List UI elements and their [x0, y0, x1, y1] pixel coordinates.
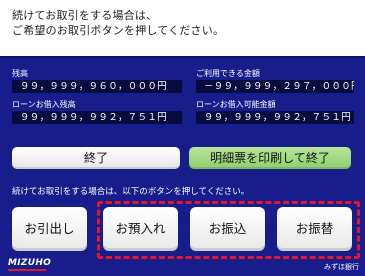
instruction-header: 続けてお取引をする場合は、 ご希望のお取引ボタンを押してください。	[0, 0, 365, 56]
loan-available-label: ローンお借入可能金額	[196, 100, 276, 109]
bank-name: みずほ銀行	[324, 263, 359, 271]
balance-value: ９９，９９９，９６０，０００円	[12, 80, 182, 93]
available-amount-value: －９９，９９９，２９７，０００円	[196, 80, 354, 93]
mizuho-logo: MIZUHO	[8, 258, 52, 268]
balance-label: 残高	[12, 69, 28, 78]
instruction-line-1: 続けてお取引をする場合は、	[12, 9, 158, 22]
deposit-button[interactable]: お預入れ	[103, 207, 178, 251]
transfer-button[interactable]: お振込	[190, 207, 265, 251]
withdrawal-button[interactable]: お引出し	[12, 207, 87, 251]
account-transfer-button[interactable]: お振替	[277, 207, 352, 251]
loan-balance-label: ローンお借入残高	[12, 100, 76, 109]
continue-instruction: 続けてお取引をする場合は、以下のボタンを押してください。	[12, 187, 250, 197]
print-statement-end-button[interactable]: 明細票を印刷して終了	[189, 147, 351, 169]
instruction-line-2: ご希望のお取引ボタンを押してください。	[12, 24, 225, 37]
loan-balance-value: ９９，９９９，９９２，７５１円	[12, 111, 182, 124]
available-amount-label: ご利用できる金額	[196, 69, 260, 78]
end-button[interactable]: 終了	[12, 147, 180, 169]
loan-available-value: ９９，９９９，９９２，７５１円	[196, 111, 354, 124]
logo-underline	[8, 269, 46, 271]
